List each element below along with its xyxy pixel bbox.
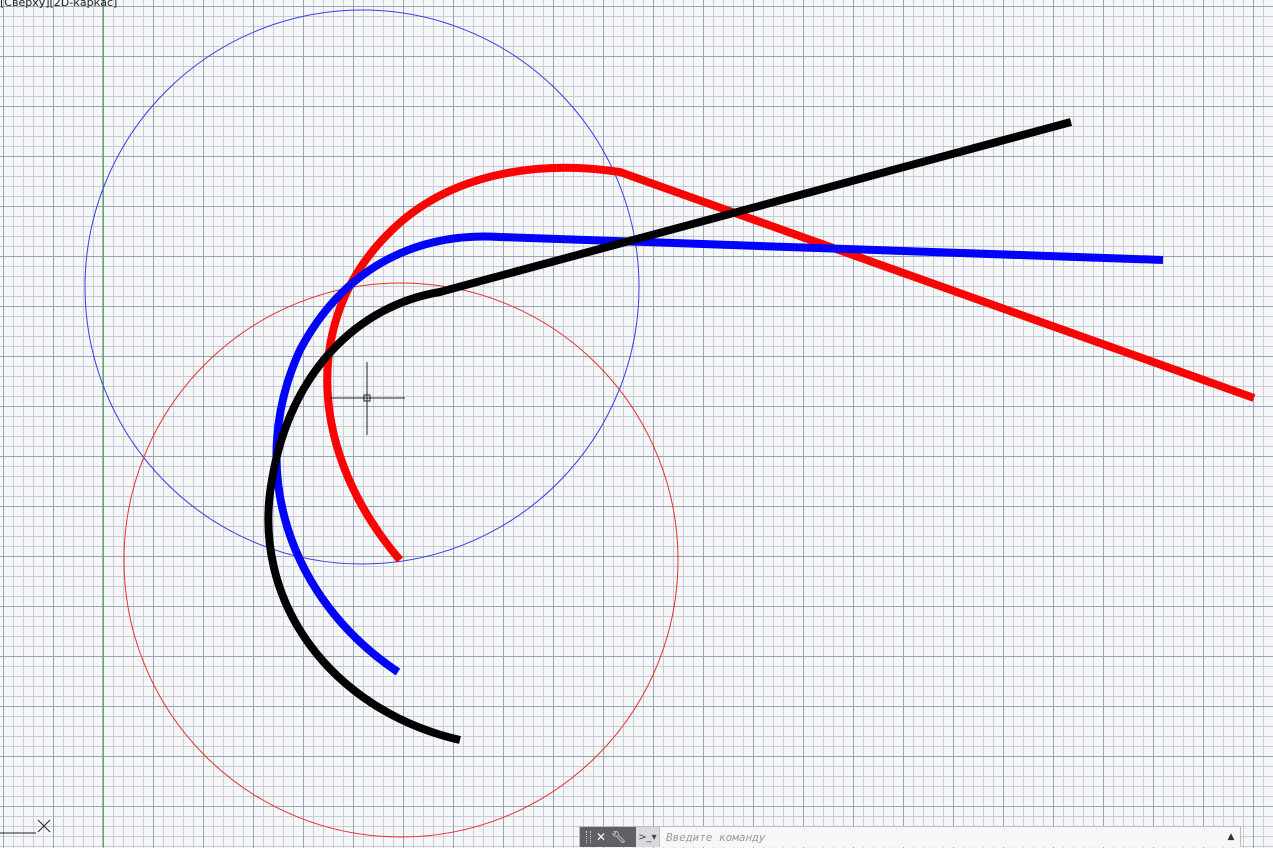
command-line-bar: ✕ 🔧︎ >_▾ ▲ <box>579 826 1241 848</box>
guide-circle-red[interactable] <box>123 282 679 838</box>
viewport-label[interactable]: [Сверху][2D-каркас] <box>0 0 117 9</box>
crosshair-cursor <box>330 362 405 435</box>
polyline-red[interactable] <box>323 163 1256 563</box>
guide-circle-blue[interactable] <box>84 9 640 565</box>
command-input[interactable] <box>660 826 1222 848</box>
command-line-toolbar: ✕ 🔧︎ <box>580 827 636 847</box>
wrench-icon[interactable]: 🔧︎ <box>611 831 626 843</box>
ucs-icon <box>0 818 60 846</box>
close-icon[interactable]: ✕ <box>596 831 606 843</box>
polyline-black[interactable] <box>264 118 1073 744</box>
chevron-up-icon[interactable]: ▲ <box>1222 832 1240 842</box>
drag-grip-icon[interactable] <box>586 831 591 843</box>
drawing-canvas[interactable] <box>0 0 1273 847</box>
command-prompt-icon[interactable]: >_▾ <box>636 827 660 847</box>
